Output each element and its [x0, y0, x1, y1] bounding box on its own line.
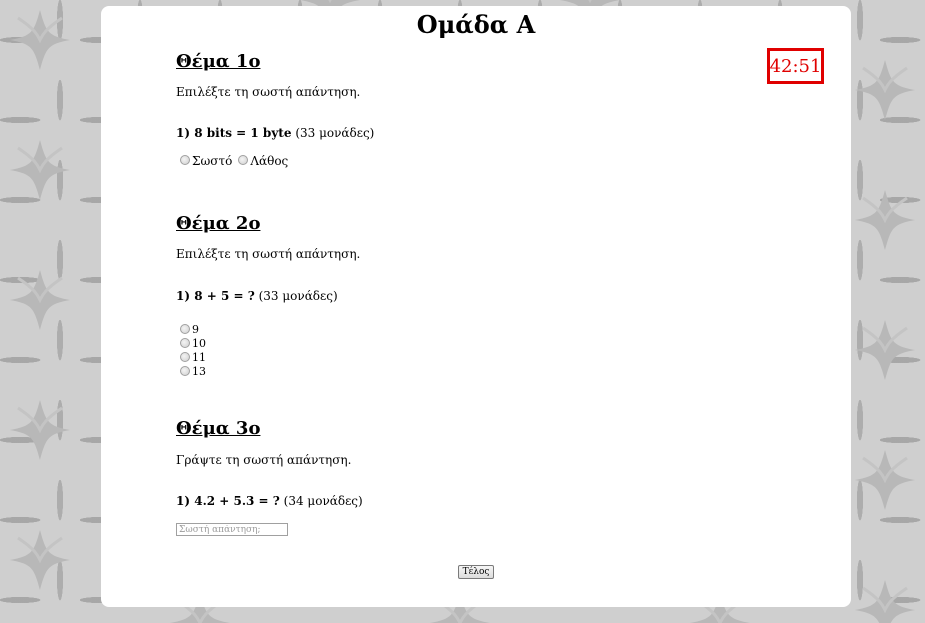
- section-1-question: 1) 8 bits = 1 byte (33 μονάδες): [176, 126, 374, 140]
- section-3-question: 1) 4.2 + 5.3 = ? (34 μονάδες): [176, 494, 363, 508]
- question-points: (34 μονάδες): [283, 494, 363, 508]
- section-1: Θέμα 1ο Επιλέξτε τη σωστή απάντηση. 1) 8…: [176, 50, 776, 180]
- question-text: 8 bits = 1 byte: [194, 126, 292, 140]
- radio-option[interactable]: [180, 366, 190, 376]
- section-3-instruction: Γράψτε τη σωστή απάντηση.: [176, 453, 352, 467]
- finish-button[interactable]: Τέλος: [458, 565, 494, 579]
- option-10[interactable]: 10: [180, 337, 206, 351]
- section-1-instruction: Επιλέξτε τη σωστή απάντηση.: [176, 85, 361, 99]
- radio-option[interactable]: [180, 352, 190, 362]
- option-label: 13: [192, 365, 206, 378]
- option-11[interactable]: 11: [180, 351, 206, 365]
- section-2-heading: Θέμα 2ο: [176, 213, 261, 234]
- radio-true[interactable]: [180, 155, 190, 165]
- section-2-question: 1) 8 + 5 = ? (33 μονάδες): [176, 289, 338, 303]
- question-number: 1): [176, 289, 191, 303]
- option-9[interactable]: 9: [180, 323, 206, 337]
- question-text: 8 + 5 = ?: [194, 289, 255, 303]
- radio-false[interactable]: [238, 155, 249, 165]
- true-false-options: Σωστό Λάθος: [180, 154, 294, 168]
- radio-option[interactable]: [180, 324, 190, 334]
- section-2-instruction: Επιλέξτε τη σωστή απάντηση.: [176, 247, 361, 261]
- page-title: Ομάδα Α: [416, 10, 536, 39]
- question-points: (33 μονάδες): [258, 289, 338, 303]
- question-text: 4.2 + 5.3 = ?: [194, 494, 280, 508]
- option-label: 11: [192, 351, 206, 364]
- option-13[interactable]: 13: [180, 365, 206, 379]
- option-true-label: Σωστό: [192, 154, 233, 168]
- answer-input[interactable]: [176, 523, 288, 536]
- option-false[interactable]: Λάθος: [238, 154, 288, 168]
- section-1-heading: Θέμα 1ο: [176, 51, 261, 72]
- radio-option[interactable]: [180, 338, 190, 348]
- section-3: Θέμα 3ο Γράψτε τη σωστή απάντηση. 1) 4.2…: [176, 417, 776, 547]
- question-number: 1): [176, 126, 191, 140]
- question-number: 1): [176, 494, 191, 508]
- option-false-label: Λάθος: [250, 154, 289, 168]
- quiz-card: Ομάδα Α 42:51 Θέμα 1ο Επιλέξτε τη σωστή …: [101, 6, 851, 607]
- option-label: 10: [192, 337, 206, 350]
- section-2: Θέμα 2ο Επιλέξτε τη σωστή απάντηση. 1) 8…: [176, 212, 776, 392]
- section-3-heading: Θέμα 3ο: [176, 418, 261, 439]
- multiple-choice-options: 9 10 11 13: [180, 323, 206, 379]
- option-true[interactable]: Σωστό: [180, 154, 232, 168]
- question-points: (33 μονάδες): [295, 126, 375, 140]
- option-label: 9: [192, 323, 199, 336]
